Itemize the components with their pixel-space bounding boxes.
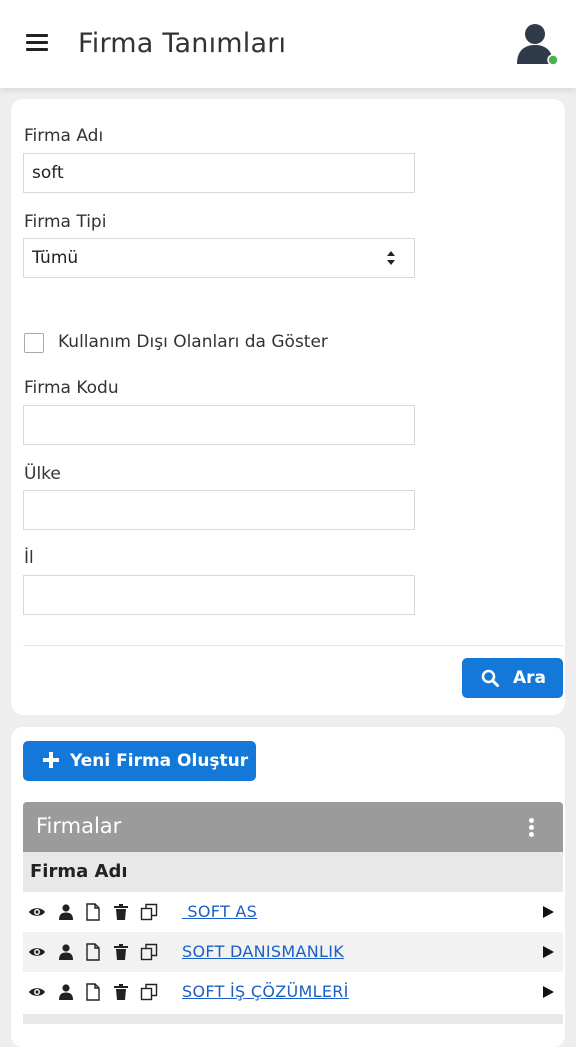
view-eye-icon[interactable]	[28, 983, 46, 1001]
firma-link[interactable]: SOFT İŞ ÇÖZÜMLERİ	[182, 982, 349, 1001]
user-avatar-icon[interactable]	[512, 18, 562, 68]
user-icon[interactable]	[57, 983, 75, 1001]
expand-arrow-icon[interactable]	[543, 906, 554, 918]
select-updown-icon	[387, 251, 395, 265]
ulke-input[interactable]	[23, 490, 415, 530]
firma-adi-input[interactable]: soft	[23, 153, 415, 193]
table-row: SOFT DANISMANLIK	[23, 932, 563, 972]
table-row-partial	[23, 1014, 563, 1024]
expand-arrow-icon[interactable]	[543, 986, 554, 998]
copy-icon[interactable]	[140, 983, 158, 1001]
firma-adi-label: Firma Adı	[24, 126, 104, 146]
user-icon[interactable]	[57, 903, 75, 921]
firma-kodu-input[interactable]	[23, 405, 415, 445]
table-row: SOFT AS	[23, 892, 563, 932]
trash-icon[interactable]	[112, 903, 130, 921]
grid-header: Firmalar	[23, 802, 563, 852]
document-icon[interactable]	[84, 983, 102, 1001]
il-input[interactable]	[23, 575, 415, 615]
plus-icon	[43, 752, 59, 768]
column-header-firma-adi: Firma Adı	[30, 861, 128, 882]
more-options-icon[interactable]	[529, 818, 535, 838]
new-firma-button[interactable]: Yeni Firma Oluştur	[23, 741, 256, 781]
search-button-label: Ara	[513, 668, 547, 688]
document-icon[interactable]	[84, 903, 102, 921]
column-header[interactable]: Firma Adı	[23, 852, 563, 892]
firma-link[interactable]: SOFT DANISMANLIK	[182, 942, 344, 961]
il-label: İl	[24, 548, 34, 568]
firma-link[interactable]: SOFT AS	[182, 902, 257, 921]
search-button[interactable]: Ara	[462, 658, 563, 698]
show-inactive-checkbox[interactable]	[24, 333, 44, 353]
table-row: SOFT İŞ ÇÖZÜMLERİ	[23, 972, 563, 1012]
search-icon	[481, 669, 499, 687]
copy-icon[interactable]	[140, 903, 158, 921]
trash-icon[interactable]	[112, 983, 130, 1001]
show-inactive-label: Kullanım Dışı Olanları da Göster	[58, 332, 328, 352]
top-app-bar: Firma Tanımları	[0, 0, 576, 88]
new-firma-button-label: Yeni Firma Oluştur	[70, 751, 249, 771]
view-eye-icon[interactable]	[28, 943, 46, 961]
document-icon[interactable]	[84, 943, 102, 961]
grid-title: Firmalar	[36, 814, 122, 838]
view-eye-icon[interactable]	[28, 903, 46, 921]
firma-tipi-select[interactable]: Tümü	[23, 238, 415, 278]
trash-icon[interactable]	[112, 943, 130, 961]
divider	[23, 645, 563, 646]
user-icon[interactable]	[57, 943, 75, 961]
firma-kodu-label: Firma Kodu	[24, 378, 119, 398]
hamburger-menu-icon[interactable]	[26, 34, 48, 52]
copy-icon[interactable]	[140, 943, 158, 961]
online-status-dot	[547, 54, 559, 66]
firma-tipi-label: Firma Tipi	[24, 212, 107, 232]
ulke-label: Ülke	[24, 464, 61, 484]
expand-arrow-icon[interactable]	[543, 946, 554, 958]
firma-tipi-selected-value: Tümü	[32, 248, 79, 268]
page-title: Firma Tanımları	[78, 28, 287, 59]
